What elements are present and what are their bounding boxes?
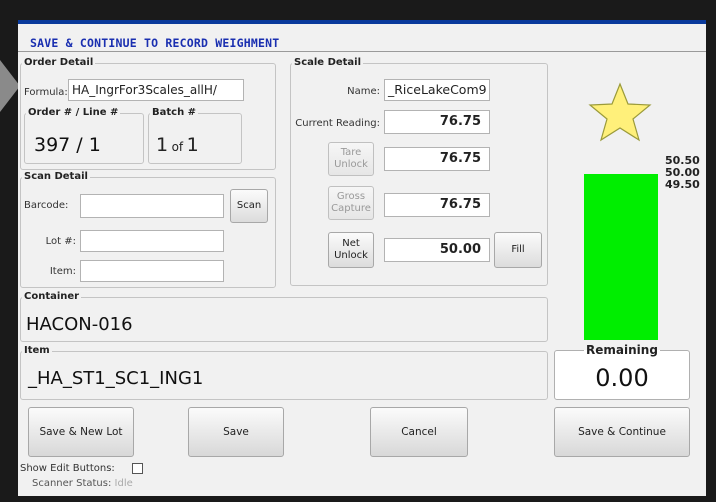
scan-button-label: Scan xyxy=(236,200,262,211)
net-unlock-button[interactable]: Net Unlock xyxy=(328,232,374,268)
order-line-legend: Order # / Line # xyxy=(28,107,119,118)
remaining-value: 0.00 xyxy=(595,364,649,392)
batch-number: 1 xyxy=(156,134,169,156)
tare-button-line1: Tare xyxy=(340,147,362,158)
fill-button[interactable]: Fill xyxy=(494,232,542,268)
batch-legend: Batch # xyxy=(152,107,197,118)
scanner-status: Scanner Status: Idle xyxy=(32,478,133,489)
remaining-legend: Remaining xyxy=(586,343,658,357)
save-label: Save xyxy=(223,426,249,438)
title-divider xyxy=(18,51,706,52)
scanner-status-value: Idle xyxy=(114,478,133,489)
formula-value: HA_IngrFor3Scales_allH/ xyxy=(72,83,217,97)
cancel-label: Cancel xyxy=(401,426,437,438)
current-reading-field: 76.75 xyxy=(384,110,490,134)
save-continue-label: Save & Continue xyxy=(578,426,666,438)
scan-button[interactable]: Scan xyxy=(230,189,268,223)
cancel-button[interactable]: Cancel xyxy=(370,407,468,457)
order-detail-legend: Order Detail xyxy=(24,57,94,68)
fill-button-label: Fill xyxy=(511,244,525,255)
gross-button-line2: Capture xyxy=(331,203,371,214)
gauge-fill-bar xyxy=(584,174,658,340)
gross-button-line1: Gross xyxy=(336,191,366,202)
save-new-lot-button[interactable]: Save & New Lot xyxy=(28,407,134,457)
batch-value: 1 of 1 xyxy=(156,134,199,156)
formula-label: Formula: xyxy=(24,87,68,98)
arrow-icon xyxy=(0,60,20,112)
page-title: SAVE & CONTINUE TO RECORD WEIGHMENT xyxy=(30,36,280,50)
scale-name-label: Name: xyxy=(347,86,380,97)
item-scan-label: Item: xyxy=(49,266,76,277)
batch-of: of xyxy=(171,140,184,154)
container-legend: Container xyxy=(24,291,80,302)
net-button-line1: Net xyxy=(342,238,360,249)
gauge-label-low: 49.50 xyxy=(665,178,700,191)
star-icon xyxy=(588,82,652,142)
barcode-input[interactable] xyxy=(80,194,224,218)
order-line-value: 397 / 1 xyxy=(34,134,101,156)
scanner-status-label: Scanner Status: xyxy=(32,478,112,489)
tare-field: 76.75 xyxy=(384,147,490,171)
item-value: _HA_ST1_SC1_ING1 xyxy=(28,368,204,389)
gross-capture-button[interactable]: Gross Capture xyxy=(328,186,374,220)
tare-unlock-button[interactable]: Tare Unlock xyxy=(328,142,374,176)
net-field: 50.00 xyxy=(384,238,490,262)
lot-label: Lot #: xyxy=(45,236,76,247)
gauge-track xyxy=(584,174,658,340)
scale-detail-legend: Scale Detail xyxy=(294,57,362,68)
show-edit-label: Show Edit Buttons: xyxy=(20,463,115,474)
lot-input[interactable] xyxy=(80,230,224,252)
show-edit-checkbox[interactable] xyxy=(132,463,143,474)
weighment-window: SAVE & CONTINUE TO RECORD WEIGHMENT Orde… xyxy=(18,20,706,496)
container-value: HACON-016 xyxy=(26,314,133,335)
gross-field: 76.75 xyxy=(384,193,490,217)
scan-detail-legend: Scan Detail xyxy=(24,171,88,182)
item-scan-input[interactable] xyxy=(80,260,224,282)
current-reading-label: Current Reading: xyxy=(295,118,380,129)
scale-name-value: _RiceLakeCom9 xyxy=(388,82,487,97)
batch-total: 1 xyxy=(186,134,199,156)
item-legend: Item xyxy=(24,345,50,356)
net-button-line2: Unlock xyxy=(334,250,368,261)
barcode-label: Barcode: xyxy=(24,200,69,211)
save-new-lot-label: Save & New Lot xyxy=(39,426,123,438)
save-button[interactable]: Save xyxy=(188,407,284,457)
formula-field[interactable]: HA_IngrFor3Scales_allH/ xyxy=(68,79,244,101)
save-continue-button[interactable]: Save & Continue xyxy=(554,407,690,457)
scale-name-field: _RiceLakeCom9 xyxy=(384,79,490,101)
tare-button-line2: Unlock xyxy=(334,159,368,170)
